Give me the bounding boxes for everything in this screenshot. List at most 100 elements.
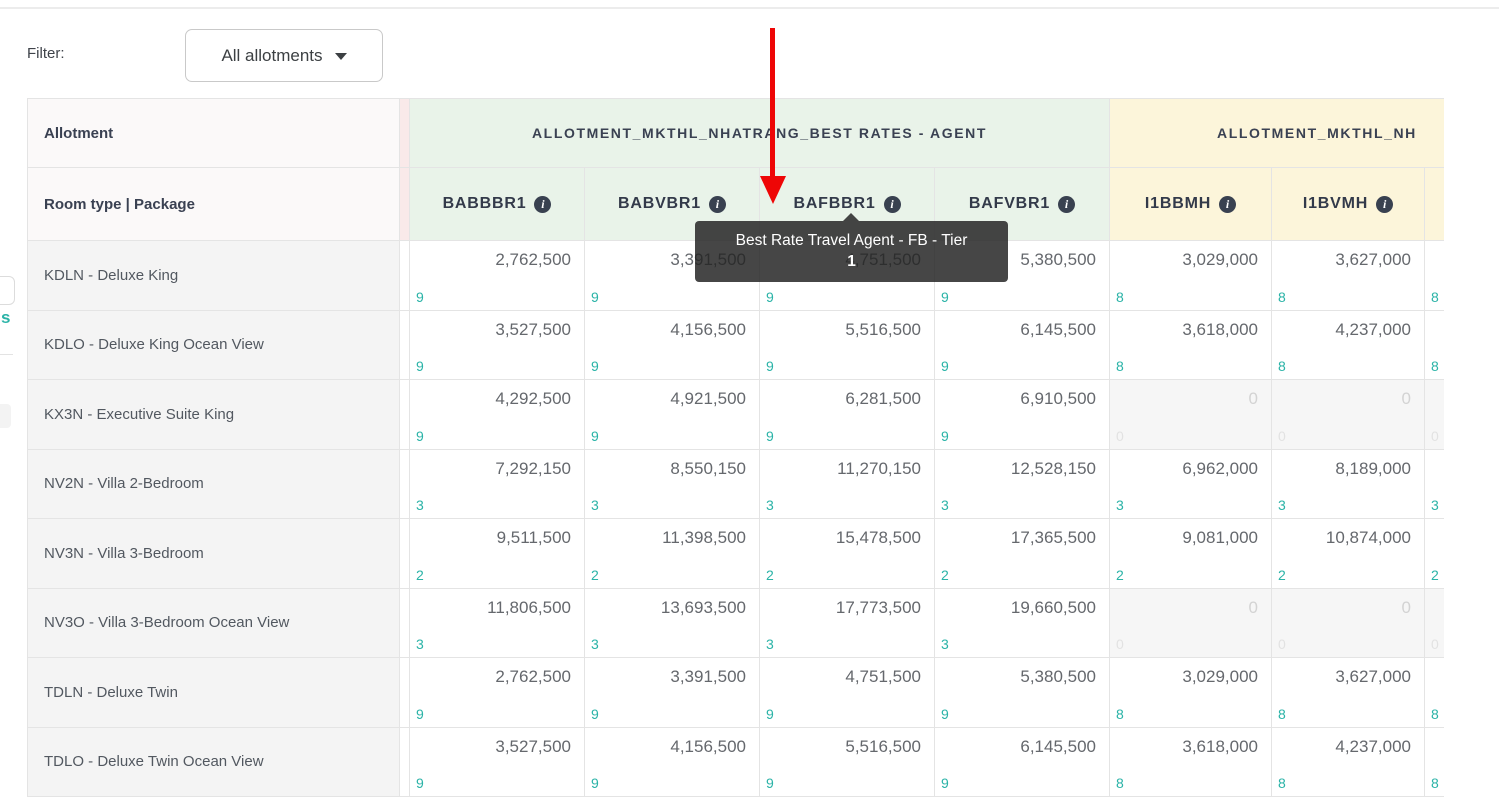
rate-cell: 00: [1272, 380, 1425, 450]
allotment-count: 0: [1278, 636, 1286, 652]
rate-cell: 4,292,500 9: [410, 380, 585, 450]
allotment-count: 9: [941, 775, 949, 791]
rate-cell: 00: [1272, 588, 1425, 658]
allotment-count: 0: [1431, 427, 1439, 444]
rate-value: 9,511,500: [496, 528, 571, 547]
group-header-row: Allotment ALLOTMENT_MKTHL_NHATRANG_BEST R…: [27, 98, 1444, 168]
rate-value: 19,660,500: [1010, 597, 1096, 617]
allotment-count: 0: [1116, 427, 1124, 444]
allotment-count: 9: [941, 705, 949, 722]
allotment-count: 3: [941, 636, 949, 652]
rate-value: 6,145,500: [1020, 736, 1096, 756]
rate-cell: 4,751,500 9: [760, 658, 935, 728]
rate-value: 11,270,150: [837, 458, 921, 478]
rate-cell: 5,516,500 9: [760, 310, 935, 380]
rate-cell: 4,237,000 8: [1272, 310, 1425, 380]
rate-value: 17,773,500: [835, 597, 921, 617]
info-icon[interactable]: i: [1219, 195, 1237, 213]
rate-value: 11,806,500: [487, 597, 571, 617]
rate-cell: 4,237,000 8: [1272, 727, 1425, 797]
rate-value: 6,145,500: [1020, 319, 1096, 339]
tooltip-caret: [843, 213, 859, 221]
info-icon[interactable]: i: [883, 195, 901, 213]
table-row: NV3N - Villa 3-Bedroom 9,511,500 2 11,398,5…: [27, 519, 1444, 589]
rate-value: 5,380,500: [1020, 667, 1096, 686]
row-label: TDLO - Deluxe Twin Ocean View: [27, 727, 400, 797]
allotment-count: 3: [591, 497, 599, 513]
allotment-count: 9: [941, 358, 949, 374]
table-row: KDLO - Deluxe King Ocean View 3,527,500 9 4…: [27, 310, 1444, 380]
rate-value: 15,478,500: [835, 528, 921, 547]
rate-value: 8,550,150: [670, 458, 746, 478]
table-row: TDLO - Deluxe Twin Ocean View 3,527,500 9 4…: [27, 727, 1444, 797]
tooltip-text-line2: 1: [847, 253, 856, 270]
rate-value: 4,921,500: [670, 389, 746, 408]
rate-cell: 8,550,150 3: [585, 449, 760, 519]
column-code: BABBBR1: [442, 195, 527, 212]
allotment-count: 8: [1278, 705, 1286, 722]
row-gap-strip: [400, 519, 410, 589]
rate-cell: 2,762,500 9: [410, 658, 585, 728]
info-icon[interactable]: i: [534, 195, 552, 213]
rate-value: 3,029,000: [1182, 667, 1258, 686]
rate-cell: 4,921,500 9: [585, 380, 760, 450]
rate-value: 10,874,000: [1325, 528, 1411, 547]
column-header-BABBBR1: BABBBR1 i: [410, 168, 585, 241]
table-row: NV2N - Villa 2-Bedroom 7,292,150 3 8,550,15…: [27, 449, 1444, 519]
rate-cell: 3,029,000 8: [1110, 658, 1272, 728]
allotment-count: 9: [591, 288, 599, 305]
allotment-filter-dropdown[interactable]: All allotments: [185, 29, 383, 82]
rate-value: 3,618,000: [1182, 319, 1258, 339]
rate-cell: 4,156,500 9: [585, 310, 760, 380]
column-code: BAFVBR1: [968, 195, 1051, 212]
row-label: NV3O - Villa 3-Bedroom Ocean View: [27, 588, 400, 658]
rate-cell: 3,527,500 9: [410, 310, 585, 380]
rate-value: 9,081,000: [1182, 528, 1258, 547]
rate-value: 3,527,500: [495, 736, 571, 756]
column-code: I1BBMH: [1144, 195, 1212, 212]
column-code: BAFBBR1: [793, 195, 876, 212]
column-header-I1BVMH: I1BVMH i: [1272, 168, 1425, 241]
rate-cell: 0: [1425, 588, 1444, 658]
rate-cell: 11,398,500 2: [585, 519, 760, 589]
allotment-count: 9: [941, 427, 949, 444]
rate-cell: 3,527,500 9: [410, 727, 585, 797]
rate-cell: 6,281,500 9: [760, 380, 935, 450]
allotment-count: 3: [1278, 497, 1286, 513]
rate-cell: 3,627,000 8: [1272, 241, 1425, 311]
rate-cell: 13,693,500 3: [585, 588, 760, 658]
rate-value: 5,516,500: [845, 736, 921, 756]
allotment-filter-value: All allotments: [221, 45, 323, 65]
row-gap-strip: [400, 310, 410, 380]
column-code: I1BVMH: [1302, 195, 1369, 212]
corner-header-allotment: Allotment: [27, 98, 400, 168]
rate-cell: 11,270,150 3: [760, 449, 935, 519]
allotment-count: 3: [416, 497, 424, 513]
allotment-count: 3: [766, 497, 774, 513]
rate-cell: 8: [1425, 727, 1444, 797]
allotment-count: 8: [1431, 358, 1439, 374]
allotment-count: 9: [766, 358, 774, 374]
rate-cell: 2: [1425, 519, 1444, 589]
row-label: NV3N - Villa 3-Bedroom: [27, 519, 400, 589]
rate-value: 6,962,000: [1182, 458, 1258, 478]
info-icon[interactable]: i: [708, 195, 726, 213]
rate-value: 0: [1248, 389, 1258, 408]
rate-value: 4,751,500: [845, 667, 921, 686]
rate-value: 5,516,500: [845, 319, 921, 339]
allotment-count: 2: [1278, 566, 1286, 583]
info-icon[interactable]: i: [1058, 195, 1076, 213]
allotment-count: 0: [1431, 636, 1439, 652]
allotment-count: 9: [941, 288, 949, 305]
rate-value: 11,398,500: [662, 528, 746, 547]
rate-value: 2,762,500: [495, 667, 571, 686]
rate-cell: 5,380,500 9: [935, 658, 1110, 728]
allotment-count: 3: [766, 636, 774, 652]
rate-cell: 15,478,500 2: [760, 519, 935, 589]
allotment-count: 2: [766, 566, 774, 583]
rate-value: 3,627,000: [1335, 667, 1411, 686]
info-icon[interactable]: i: [1376, 195, 1394, 213]
allotment-count: 2: [591, 566, 599, 583]
column-header-partial: [1425, 168, 1444, 241]
row-gap-strip: [400, 588, 410, 658]
